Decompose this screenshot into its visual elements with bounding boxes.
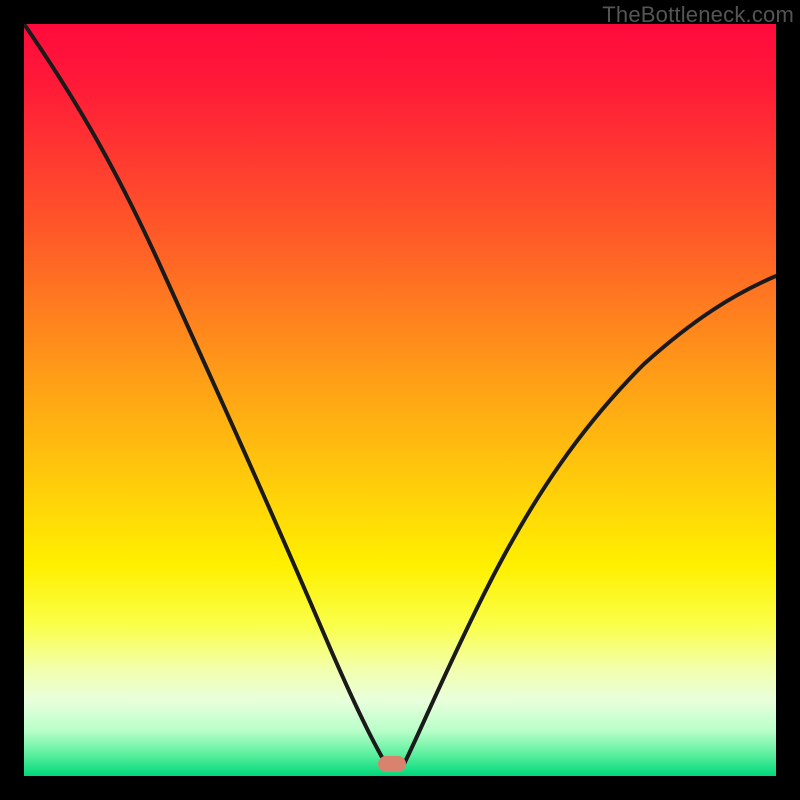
bottleneck-curve [24,24,776,764]
plot-area [24,24,776,776]
curve-svg [24,24,776,776]
optimal-marker [378,756,406,772]
watermark-text: TheBottleneck.com [602,2,794,28]
